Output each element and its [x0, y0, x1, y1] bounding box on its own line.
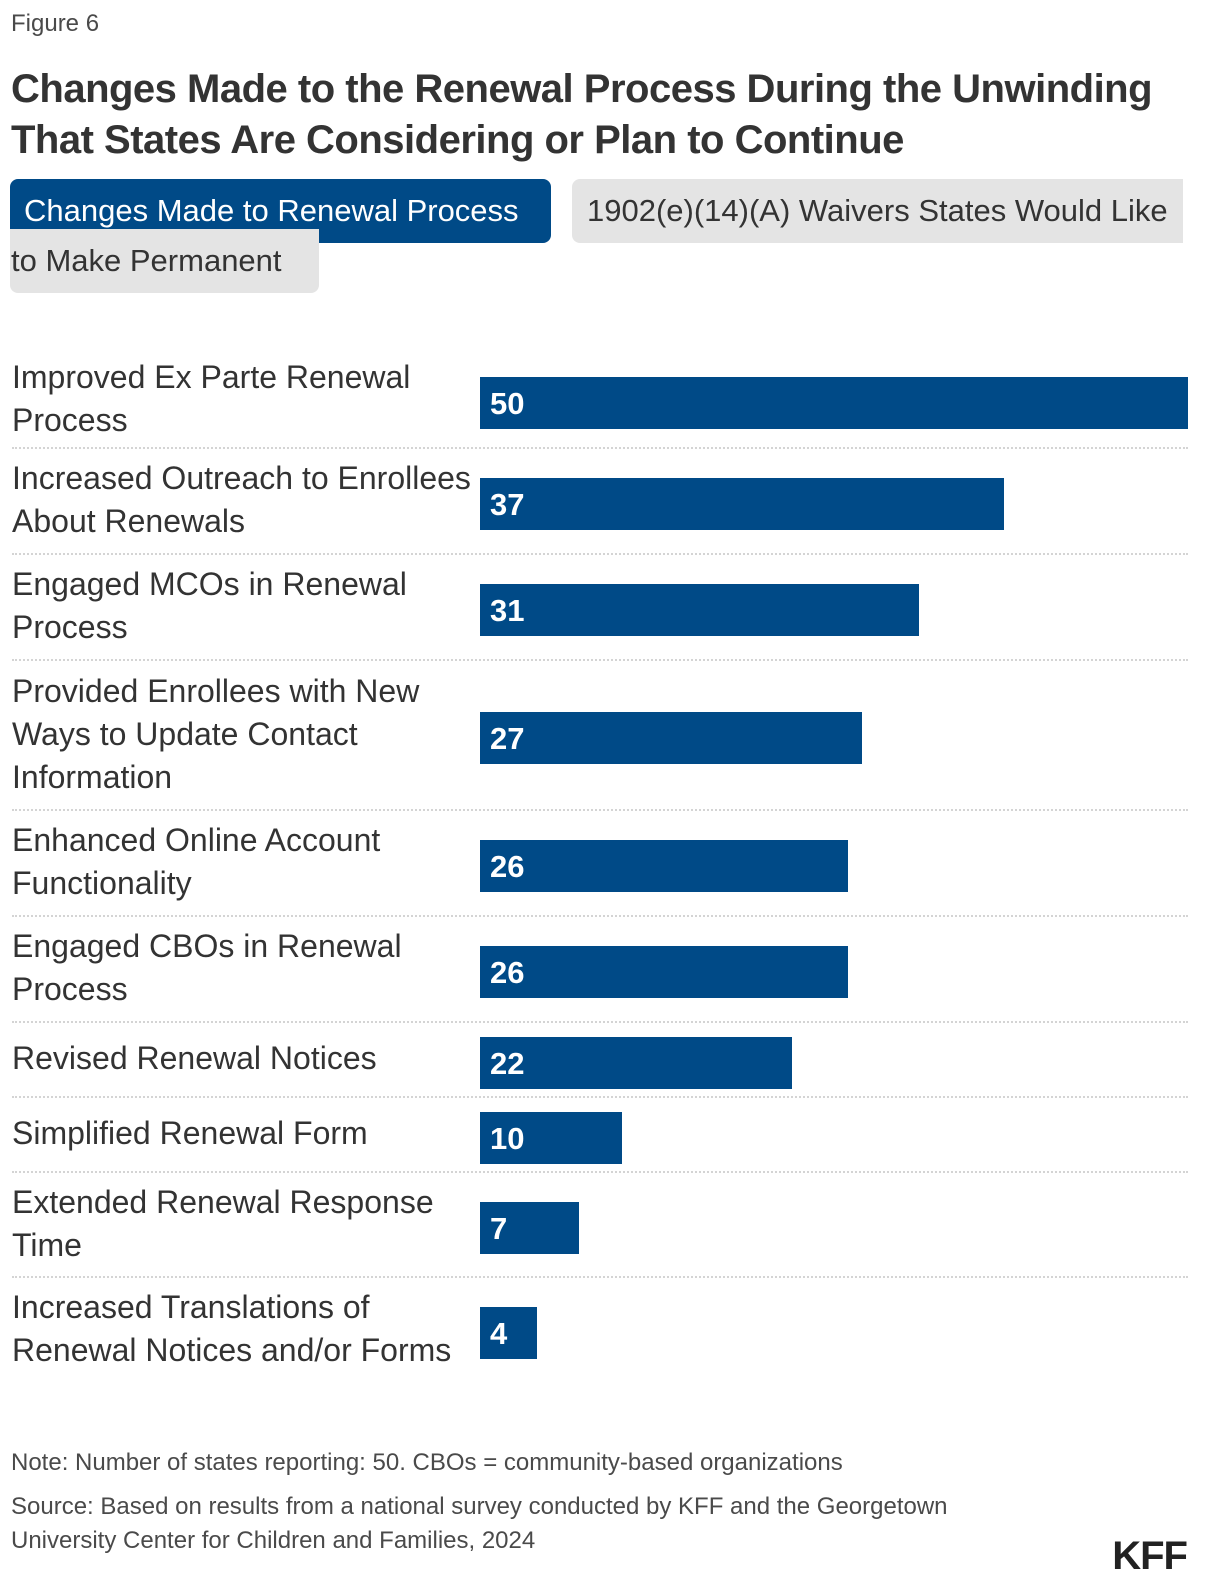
category-label: Simplified Renewal Form [12, 1115, 368, 1151]
bar-value-label: 4 [490, 1316, 508, 1351]
tab-waivers-continued[interactable]: to Make Permanent [10, 229, 319, 293]
row-separator [12, 659, 1188, 661]
chart-note: Note: Number of states reporting: 50. CB… [11, 1449, 843, 1476]
row-separator [12, 1096, 1188, 1098]
chart-title: Changes Made to the Renewal Process Duri… [11, 67, 1153, 162]
kff-logo: KFF [1112, 1534, 1188, 1578]
category-label: Engaged MCOs in Renewal Process [12, 566, 407, 645]
row-separator [12, 809, 1188, 811]
row-separator [12, 447, 1188, 449]
bar-value-label: 10 [490, 1120, 525, 1156]
chart-source: Source: Based on results from a national… [11, 1493, 948, 1554]
bar[interactable]: 10 [480, 1111, 622, 1164]
bar[interactable]: 22 [480, 1036, 792, 1089]
row-separator [12, 1171, 1188, 1173]
figure-label: Figure 6 [11, 10, 100, 37]
bar[interactable]: 31 [480, 584, 919, 636]
row-separator [12, 1021, 1188, 1023]
bar[interactable]: 26 [480, 840, 849, 892]
category-label: Engaged CBOs in Renewal Process [12, 928, 402, 1007]
bar[interactable]: 50 [480, 376, 1188, 429]
category-label: Improved Ex Parte Renewal Process [12, 358, 411, 438]
bar-value-label: 37 [490, 487, 525, 522]
row-separator [12, 553, 1188, 555]
bar-value-label: 26 [490, 955, 525, 990]
category-label: Provided Enrollees with New Ways to Upda… [12, 672, 420, 795]
category-label: Enhanced Online Account Functionality [12, 822, 381, 901]
tab-waivers[interactable]: 1902(e)(14)(A) Waivers States Would Like [572, 179, 1183, 243]
row-separator [12, 915, 1188, 917]
bar[interactable]: 27 [480, 712, 863, 764]
bar-value-label: 27 [490, 721, 525, 756]
bar-value-label: 7 [490, 1210, 508, 1246]
row-separator [12, 1276, 1188, 1278]
bar[interactable]: 37 [480, 478, 1004, 530]
bar-value-label: 31 [490, 593, 525, 628]
bar-value-label: 50 [490, 385, 525, 421]
bar-value-label: 26 [490, 849, 525, 884]
bar-value-label: 22 [490, 1045, 525, 1081]
bar[interactable]: 7 [480, 1201, 580, 1254]
category-label: Increased Outreach to Enrollees About Re… [12, 460, 471, 539]
category-label: Increased Translations of Renewal Notice… [12, 1289, 452, 1368]
bar[interactable]: 26 [480, 946, 849, 998]
bar-chart: Improved Ex Parte Renewal Process 50 Incre… [0, 340, 1220, 1400]
category-label: Revised Renewal Notices [12, 1040, 377, 1076]
bar[interactable]: 4 [480, 1307, 537, 1359]
category-label: Extended Renewal Response Time [12, 1183, 434, 1263]
